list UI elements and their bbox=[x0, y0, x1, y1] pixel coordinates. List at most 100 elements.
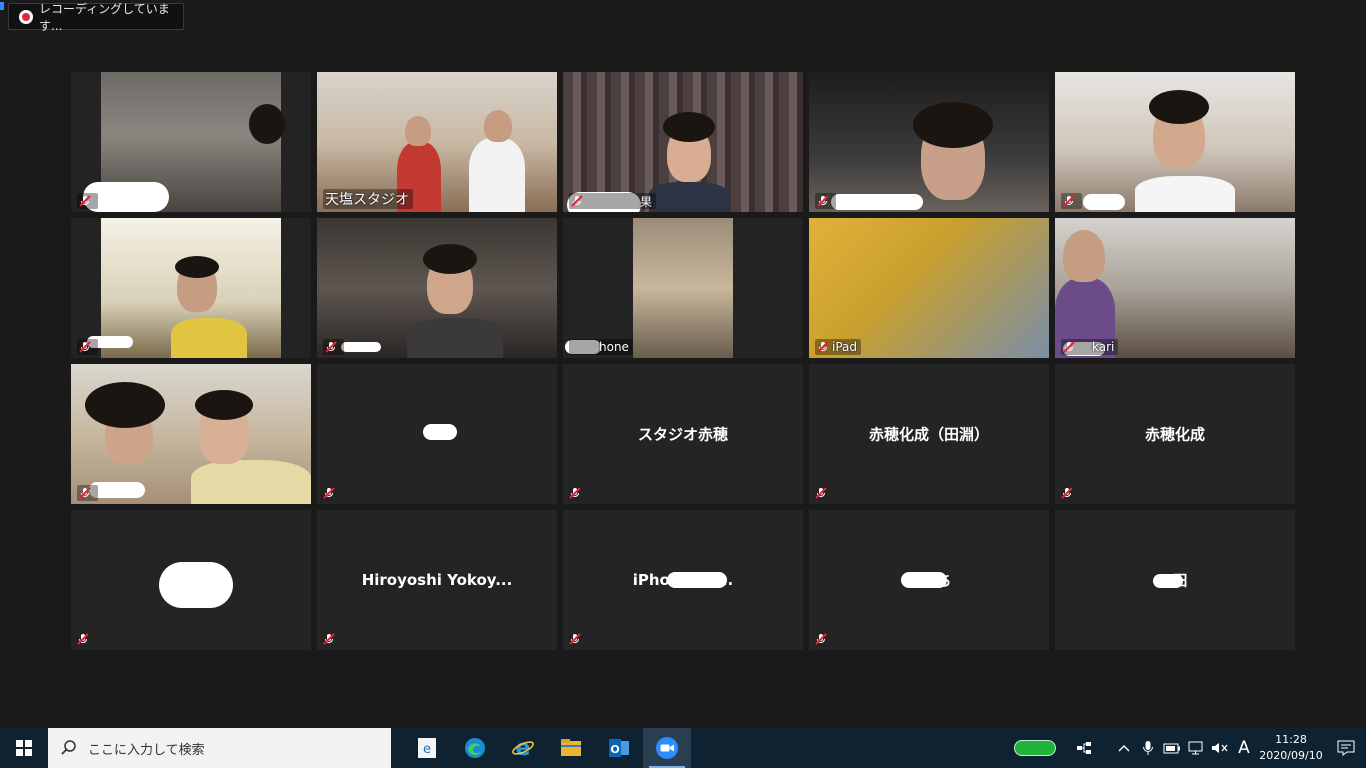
participant-name-label: 果 bbox=[569, 193, 657, 209]
participant-figure bbox=[171, 318, 247, 358]
ie-document-app-button[interactable]: e bbox=[403, 728, 451, 768]
participant-name-label bbox=[323, 339, 344, 355]
video-letterbox bbox=[563, 218, 633, 358]
muted-mic-icon bbox=[569, 633, 581, 645]
participant-face bbox=[405, 116, 431, 146]
participant-face bbox=[1063, 230, 1105, 282]
participant-display-name: スタジオ赤穂 bbox=[637, 425, 728, 444]
search-placeholder: ここに入力して検索 bbox=[88, 742, 205, 758]
participant-hair bbox=[85, 382, 165, 428]
recording-indicator[interactable]: レコーディングしています... bbox=[8, 2, 184, 33]
participant-video bbox=[633, 218, 733, 358]
muted-mic-icon bbox=[815, 633, 827, 645]
chevron-up-icon[interactable] bbox=[1112, 728, 1136, 768]
muted-mic-icon bbox=[1061, 487, 1073, 499]
folder-icon bbox=[561, 739, 581, 756]
zoom-app-button[interactable] bbox=[643, 728, 691, 768]
redaction-mark bbox=[423, 424, 457, 440]
muted-mic-icon bbox=[571, 195, 583, 207]
participant-tile-no-video[interactable]: ち bbox=[809, 510, 1049, 650]
file-explorer-app-button[interactable] bbox=[547, 728, 595, 768]
record-icon bbox=[19, 9, 33, 24]
muted-mic-icon bbox=[79, 341, 91, 353]
muted-mic-icon bbox=[817, 195, 829, 207]
participant-tile-no-video[interactable]: iPhone…3... bbox=[563, 510, 803, 650]
muted-mic-icon bbox=[569, 487, 581, 499]
muted-mic-icon bbox=[1063, 341, 1075, 353]
participant-video bbox=[809, 218, 1049, 358]
edge-icon bbox=[465, 738, 485, 758]
network-topology-icon[interactable] bbox=[1072, 728, 1096, 768]
muted-mic-icon bbox=[323, 487, 335, 499]
battery-icon[interactable] bbox=[1160, 728, 1184, 768]
participant-figure bbox=[1135, 176, 1235, 212]
muted-mic-icon bbox=[79, 487, 91, 499]
participant-display-name: Hiroyoshi Yokoy... bbox=[361, 571, 513, 589]
participant-tile-no-video[interactable] bbox=[71, 510, 311, 650]
participant-tile[interactable] bbox=[1055, 72, 1295, 212]
edge-app-button[interactable] bbox=[451, 728, 499, 768]
search-icon bbox=[61, 740, 76, 755]
participant-tile[interactable]: iPad bbox=[809, 218, 1049, 358]
internet-explorer-icon: e bbox=[512, 736, 534, 760]
participant-hair bbox=[423, 244, 477, 274]
ime-indicator[interactable]: A bbox=[1232, 738, 1256, 758]
participant-tile[interactable] bbox=[71, 218, 311, 358]
participant-tile-no-video[interactable]: Hiroyoshi Yokoy... bbox=[317, 510, 557, 650]
video-letterbox bbox=[281, 218, 311, 358]
taskbar-clock[interactable]: 11:28 2020/09/10 bbox=[1256, 732, 1326, 764]
battery-indicator-icon[interactable] bbox=[1014, 740, 1056, 756]
participant-tile[interactable]: kari bbox=[1055, 218, 1295, 358]
participant-tile-active-speaker[interactable]: 天塩スタジオ bbox=[317, 72, 557, 212]
participant-figure bbox=[191, 460, 311, 504]
muted-mic-icon bbox=[325, 341, 337, 353]
recording-label: レコーディングしています... bbox=[39, 1, 170, 33]
participant-tile[interactable] bbox=[809, 72, 1049, 212]
participant-name-label bbox=[77, 485, 98, 501]
redaction-mark bbox=[1083, 194, 1125, 210]
participant-hair bbox=[175, 256, 219, 278]
participant-tile-no-video[interactable]: 赤穂化成 bbox=[1055, 364, 1295, 504]
start-button[interactable] bbox=[0, 728, 48, 768]
participant-tile-no-video[interactable] bbox=[317, 364, 557, 504]
notification-center-icon[interactable] bbox=[1326, 728, 1366, 768]
participant-hair bbox=[663, 112, 715, 142]
participant-tile[interactable]: 果 bbox=[563, 72, 803, 212]
system-tray: A 11:28 2020/09/10 bbox=[1014, 728, 1366, 768]
video-letterbox bbox=[733, 218, 803, 358]
participant-name-label bbox=[77, 193, 98, 209]
participant-figure bbox=[469, 138, 525, 212]
participant-face bbox=[484, 110, 512, 142]
participant-hair bbox=[1149, 90, 1209, 124]
svg-text:O: O bbox=[610, 743, 619, 756]
microphone-icon[interactable] bbox=[1136, 728, 1160, 768]
muted-mic-icon bbox=[77, 633, 89, 645]
windows-taskbar: ここに入力して検索 e e O A 11:28 2020/09/10 bbox=[0, 728, 1366, 768]
muted-mic-icon bbox=[79, 195, 91, 207]
redaction-mark bbox=[831, 194, 923, 210]
zoom-icon bbox=[656, 737, 678, 759]
clock-time: 11:28 bbox=[1275, 733, 1307, 746]
speaker-muted-icon[interactable] bbox=[1208, 728, 1232, 768]
muted-mic-icon bbox=[1063, 195, 1075, 207]
participant-tile-no-video[interactable]: スタジオ赤穂 bbox=[563, 364, 803, 504]
participant-tile[interactable] bbox=[71, 364, 311, 504]
outlook-icon: O bbox=[609, 739, 629, 757]
internet-explorer-app-button[interactable]: e bbox=[499, 728, 547, 768]
participant-name-label: 天塩スタジオ bbox=[323, 189, 413, 209]
network-wired-icon[interactable] bbox=[1184, 728, 1208, 768]
participant-name-label: iPad bbox=[815, 339, 862, 355]
participant-tile-no-video[interactable]: 赤穂化成（田淵） bbox=[809, 364, 1049, 504]
muted-mic-icon bbox=[817, 341, 829, 353]
taskbar-search-box[interactable]: ここに入力して検索 bbox=[48, 728, 391, 768]
window-edge-marker bbox=[0, 2, 4, 10]
file-explorer-ie-icon: e bbox=[418, 738, 436, 758]
participant-display-name: 赤穂化成（田淵） bbox=[868, 425, 989, 444]
redaction-mark bbox=[1153, 574, 1183, 588]
outlook-app-button[interactable]: O bbox=[595, 728, 643, 768]
participant-hair bbox=[913, 102, 993, 148]
participant-tile-no-video[interactable]: 田 bbox=[1055, 510, 1295, 650]
participant-tile[interactable] bbox=[71, 72, 311, 212]
participant-tile[interactable] bbox=[317, 218, 557, 358]
participant-tile[interactable]: hone bbox=[563, 218, 803, 358]
